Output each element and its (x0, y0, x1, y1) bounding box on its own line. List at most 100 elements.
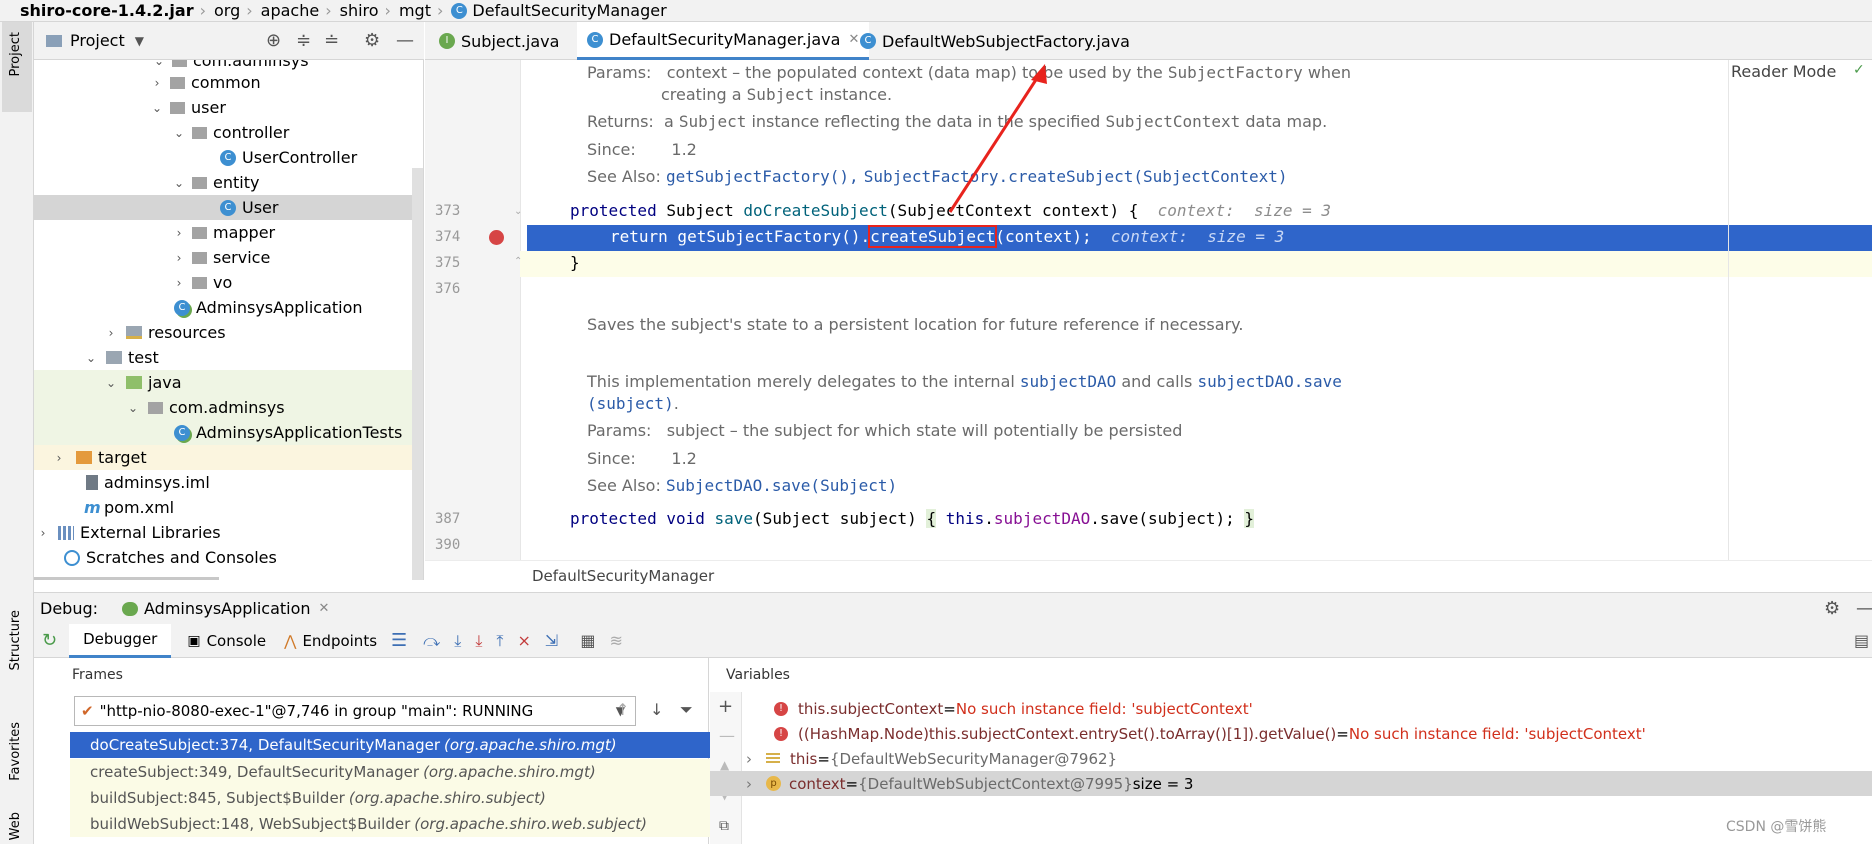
copy-icon[interactable]: ⧉ (719, 818, 729, 834)
trace-icon[interactable]: ≋ (609, 631, 622, 650)
vertical-scrollbar[interactable] (412, 168, 423, 580)
chevron-down-icon[interactable]: ⌄ (150, 101, 164, 115)
tree-item-selected[interactable]: C User (34, 195, 423, 220)
variable-row[interactable]: ! this.subjectContext = No such instance… (774, 696, 1253, 721)
tab-console[interactable]: Console (207, 632, 267, 650)
tab-endpoints[interactable]: Endpoints (302, 632, 377, 650)
favorites-tool-label[interactable]: Favorites (8, 722, 23, 781)
tree-item[interactable]: adminsys.iml (34, 470, 423, 495)
tree-item[interactable]: ⌄ user (34, 95, 423, 120)
tree-item[interactable]: C AdminsysApplication (34, 295, 423, 320)
project-view-selector[interactable]: Project (70, 31, 125, 50)
breadcrumb-mgt[interactable]: mgt (399, 1, 431, 20)
chevron-right-icon[interactable]: › (746, 775, 752, 793)
tree-item[interactable]: m pom.xml (34, 495, 423, 520)
chevron-right-icon[interactable]: › (172, 276, 186, 290)
gear-icon[interactable]: ⚙ (364, 30, 380, 51)
filter-icon[interactable]: ⏷ (680, 700, 693, 720)
step-out-icon[interactable]: ⤒ (496, 631, 503, 651)
chevron-right-icon[interactable]: › (150, 76, 164, 90)
breadcrumb-class[interactable]: DefaultSecurityManager (472, 1, 666, 20)
gear-icon[interactable]: ⚙ (1824, 598, 1840, 619)
variable-row[interactable]: ! ((HashMap.Node)this.subjectContext.ent… (774, 721, 1646, 746)
chevron-down-icon[interactable]: ⌄ (104, 376, 118, 390)
chevron-right-icon[interactable]: › (104, 326, 118, 340)
fold-icon[interactable]: ⌄ (514, 206, 522, 217)
chevron-down-icon[interactable]: ⌄ (126, 401, 140, 415)
tab-defaultwebsubjectfactory-java[interactable]: C DefaultWebSubjectFactory.java (850, 22, 1140, 60)
tab-debugger[interactable]: Debugger (69, 623, 172, 658)
evaluate-expression-icon[interactable]: ▦ (580, 631, 595, 650)
rerun-icon[interactable]: ↻ (42, 630, 57, 651)
variable-row-selected[interactable]: › p context = {DefaultWebSubjectContext@… (710, 771, 1872, 796)
chevron-right-icon[interactable]: › (172, 226, 186, 240)
expand-all-icon[interactable]: ≑ (296, 30, 311, 51)
tree-item[interactable]: ⌄ entity (34, 170, 423, 195)
chevron-right-icon[interactable]: › (746, 750, 752, 768)
breadcrumb-org[interactable]: org (214, 1, 240, 20)
run-to-cursor-icon[interactable]: ⇲ (545, 631, 558, 650)
arrow-down-icon[interactable]: ↓ (650, 700, 663, 719)
tree-item[interactable]: ⌄ test (34, 345, 423, 370)
chevron-down-icon[interactable]: ⌄ (172, 176, 186, 190)
tree-item[interactable]: ⌄ controller (34, 120, 423, 145)
tree-item[interactable]: › service (34, 245, 423, 270)
doc-link[interactable]: getSubjectFactory(), (666, 167, 859, 186)
thread-selector[interactable]: ✔ "http-nio-8080-exec-1"@7,746 in group … (74, 696, 636, 726)
project-tool-label[interactable]: Project (8, 32, 23, 76)
force-step-into-icon[interactable]: ⤓ (475, 631, 482, 651)
reader-mode-toggle[interactable]: Reader Mode (1731, 62, 1836, 81)
tab-defaultsecuritymanager-java[interactable]: C DefaultSecurityManager.java ✕ (577, 22, 870, 60)
fold-icon[interactable]: ⌃ (514, 256, 522, 267)
collapse-all-icon[interactable]: ≐ (324, 30, 339, 51)
horizontal-scrollbar[interactable] (34, 577, 219, 580)
tree-item[interactable]: ⌄ com.adminsys (34, 395, 423, 420)
breadcrumb-jar[interactable]: shiro-core-1.4.2.jar (20, 1, 194, 20)
tree-item[interactable]: Scratches and Consoles (34, 545, 423, 570)
frame-row[interactable]: doCreateSubject:374, DefaultSecurityMana… (70, 732, 744, 758)
tree-item[interactable]: › target (34, 445, 423, 470)
structure-tool-label[interactable]: Structure (8, 610, 23, 670)
frame-row[interactable]: buildWebSubject:148, WebSubject$Builder(… (70, 811, 744, 837)
variable-row[interactable]: › this = {DefaultWebSecurityManager@7962… (746, 746, 1117, 771)
doc-link[interactable]: SubjectDAO.save(Subject) (666, 476, 897, 495)
step-over-icon[interactable]: ⤼ (423, 631, 440, 651)
layout-icon[interactable]: ▤ (1854, 631, 1869, 650)
breadcrumb-apache[interactable]: apache (261, 1, 320, 20)
tree-item[interactable]: › External Libraries (34, 520, 423, 545)
code-editor[interactable]: Params: context – the populated context … (425, 60, 1872, 560)
tree-item[interactable]: › vo (34, 270, 423, 295)
debug-session-tab[interactable]: AdminsysApplication (144, 599, 311, 618)
frame-row[interactable]: createSubject:349, DefaultSecurityManage… (70, 759, 744, 785)
arrow-up-icon[interactable]: ↑ (616, 700, 629, 719)
chevron-down-icon[interactable]: ▼ (135, 34, 144, 48)
editor-breadcrumb-class[interactable]: DefaultSecurityManager (532, 567, 714, 585)
frame-row[interactable]: buildSubject:845, Subject$Builder (org.ap… (70, 785, 744, 811)
breakpoint-icon[interactable] (489, 230, 504, 245)
tree-item[interactable]: › mapper (34, 220, 423, 245)
breadcrumb-shiro[interactable]: shiro (340, 1, 379, 20)
chevron-right-icon[interactable]: › (36, 526, 50, 540)
tree-item[interactable]: ⌄ java (34, 370, 423, 395)
step-into-icon[interactable]: ⤓ (454, 631, 461, 651)
tree-item[interactable]: › resources (34, 320, 423, 345)
arrow-up-icon[interactable]: ▲ (720, 758, 729, 772)
hide-panel-icon[interactable]: — (1856, 598, 1872, 619)
locate-icon[interactable]: ⊕ (266, 30, 281, 51)
chevron-down-icon[interactable]: ⌄ (172, 126, 186, 140)
chevron-right-icon[interactable]: › (172, 251, 186, 265)
chevron-right-icon[interactable]: › (52, 451, 66, 465)
tab-subject-java[interactable]: I Subject.java (429, 22, 569, 60)
add-watch-icon[interactable]: + (718, 696, 733, 717)
remove-watch-icon[interactable]: — (719, 726, 735, 745)
hide-panel-icon[interactable]: — (396, 30, 414, 51)
menu-icon[interactable]: ☰ (391, 630, 407, 651)
tree-item[interactable]: › common (34, 70, 423, 95)
chevron-down-icon[interactable]: ⌄ (84, 351, 98, 365)
web-tool-label[interactable]: Web (8, 812, 23, 840)
tree-item[interactable]: C AdminsysApplicationTests (34, 420, 423, 445)
doc-link[interactable]: SubjectFactory.createSubject(SubjectCont… (864, 167, 1288, 186)
close-icon[interactable]: ✕ (319, 601, 330, 616)
chevron-down-icon[interactable]: ⌄ (152, 60, 166, 68)
drop-frame-icon[interactable]: ⨯ (518, 631, 531, 650)
